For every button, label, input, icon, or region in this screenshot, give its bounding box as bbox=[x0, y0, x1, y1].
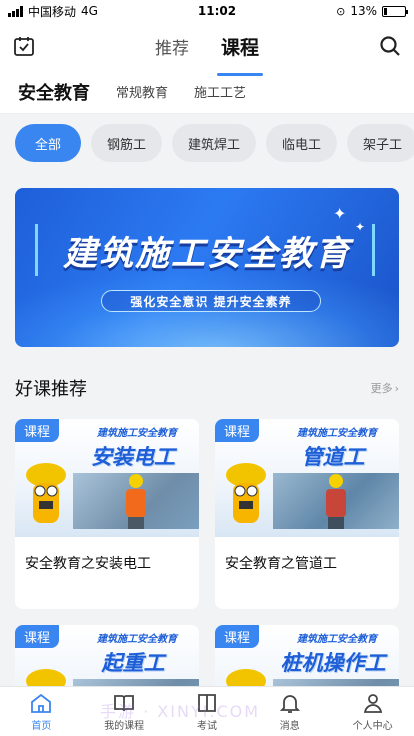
course-card[interactable]: 课程 建筑施工安全教育 安装电工 安全教育之安装电工 bbox=[15, 419, 199, 609]
nav-bar: 推荐 课程 bbox=[0, 22, 414, 76]
calendar-check-icon[interactable] bbox=[12, 34, 36, 58]
bell-icon bbox=[279, 695, 300, 713]
chip-temp-electrician[interactable]: 临电工 bbox=[266, 124, 338, 162]
header-tabs: 推荐 课程 bbox=[0, 22, 414, 76]
worker-figure bbox=[326, 474, 346, 529]
book-icon bbox=[114, 695, 135, 712]
category-tabs: 安全教育 常规教育 施工工艺 bbox=[0, 70, 414, 114]
exam-book-icon bbox=[198, 694, 216, 712]
promo-banner[interactable]: ✦ ✦ 建筑施工安全教育 强化安全意识 提升安全素养 bbox=[15, 188, 399, 347]
tabbar-label: 我的课程 bbox=[104, 721, 145, 732]
worker-figure bbox=[126, 474, 146, 529]
carrier-label: 中国移动 bbox=[28, 4, 77, 19]
cover-title: 起重工 bbox=[101, 651, 165, 675]
section-header: 好课推荐 更多 › bbox=[0, 347, 414, 401]
category-safety[interactable]: 安全教育 bbox=[18, 79, 90, 105]
banner-title: 建筑施工安全教育 bbox=[63, 234, 351, 274]
top-area: 中国移动 4G 11:02 ⊙ 13% 推荐 课程 安全教育 常规教育 施工工艺 bbox=[0, 0, 414, 114]
cover-brand: 建筑施工安全教育 bbox=[297, 428, 377, 439]
course-name: 安全教育之管道工 bbox=[225, 556, 337, 572]
chip-scaffolder[interactable]: 架子工 bbox=[347, 124, 414, 162]
banner-subtitle: 强化安全意识 提升安全素养 bbox=[101, 290, 321, 312]
bottom-tab-bar: 首页 我的课程 考试 消息 个人中心 手游 · XINYI.COM bbox=[0, 686, 414, 736]
tabbar-label: 考试 bbox=[196, 721, 217, 732]
sparkle-icon: ✦ bbox=[333, 204, 347, 223]
tabbar-profile[interactable]: 个人中心 bbox=[331, 687, 414, 736]
cover-title: 桩机操作工 bbox=[280, 651, 386, 675]
course-tag: 课程 bbox=[15, 419, 60, 442]
course-cover: 课程 建筑施工安全教育 安装电工 bbox=[15, 419, 199, 537]
chip-rebar-worker[interactable]: 钢筋工 bbox=[91, 124, 163, 162]
status-bar: 中国移动 4G 11:02 ⊙ 13% bbox=[0, 0, 414, 22]
rotation-lock-icon: ⊙ bbox=[336, 4, 346, 18]
course-cover: 课程 建筑施工安全教育 管道工 bbox=[215, 419, 399, 537]
chip-welder[interactable]: 建筑焊工 bbox=[172, 124, 257, 162]
cover-brand: 建筑施工安全教育 bbox=[297, 634, 377, 645]
tabbar-label: 消息 bbox=[279, 721, 300, 732]
category-routine[interactable]: 常规教育 bbox=[116, 82, 168, 101]
tabbar-exam[interactable]: 考试 bbox=[166, 687, 249, 736]
course-name: 安全教育之安装电工 bbox=[25, 556, 151, 572]
cover-photo bbox=[273, 473, 399, 529]
search-icon[interactable] bbox=[378, 34, 402, 58]
battery-icon bbox=[381, 5, 408, 17]
person-icon bbox=[363, 694, 382, 713]
home-icon bbox=[31, 693, 52, 713]
course-tag: 课程 bbox=[215, 419, 260, 442]
course-grid: 课程 建筑施工安全教育 安装电工 安全教育之安装电工 课程 建筑施工安全教育 管… bbox=[0, 401, 414, 735]
course-tag: 课程 bbox=[215, 625, 260, 648]
cover-brand: 建筑施工安全教育 bbox=[97, 634, 177, 645]
cover-title: 安装电工 bbox=[91, 445, 175, 469]
filter-chips: 全部 钢筋工 建筑焊工 临电工 架子工 塔式 bbox=[0, 114, 414, 164]
category-construction-process[interactable]: 施工工艺 bbox=[194, 82, 246, 101]
cover-title: 管道工 bbox=[301, 445, 365, 469]
mascot-icon bbox=[26, 463, 66, 523]
chip-all[interactable]: 全部 bbox=[15, 124, 81, 162]
network-label: 4G bbox=[81, 4, 98, 18]
battery-percent: 13% bbox=[350, 4, 377, 18]
cover-photo bbox=[73, 473, 199, 529]
more-label: 更多 bbox=[370, 382, 393, 395]
mascot-icon bbox=[226, 463, 266, 523]
section-title: 好课推荐 bbox=[15, 379, 87, 400]
cover-brand: 建筑施工安全教育 bbox=[97, 428, 177, 439]
course-tag: 课程 bbox=[15, 625, 60, 648]
tabbar-my-courses[interactable]: 我的课程 bbox=[83, 687, 166, 736]
tabbar-home[interactable]: 首页 bbox=[0, 687, 83, 736]
signal-icon bbox=[8, 5, 23, 17]
tabbar-label: 个人中心 bbox=[352, 721, 393, 732]
tabbar-label: 首页 bbox=[31, 721, 52, 732]
tab-courses[interactable]: 课程 bbox=[216, 27, 264, 76]
tabbar-messages[interactable]: 消息 bbox=[248, 687, 331, 736]
more-link[interactable]: 更多 › bbox=[371, 380, 399, 396]
chevron-right-icon: › bbox=[394, 381, 399, 395]
tab-recommend[interactable]: 推荐 bbox=[155, 28, 189, 65]
clock: 11:02 bbox=[197, 4, 237, 18]
course-card[interactable]: 课程 建筑施工安全教育 管道工 安全教育之管道工 bbox=[215, 419, 399, 609]
